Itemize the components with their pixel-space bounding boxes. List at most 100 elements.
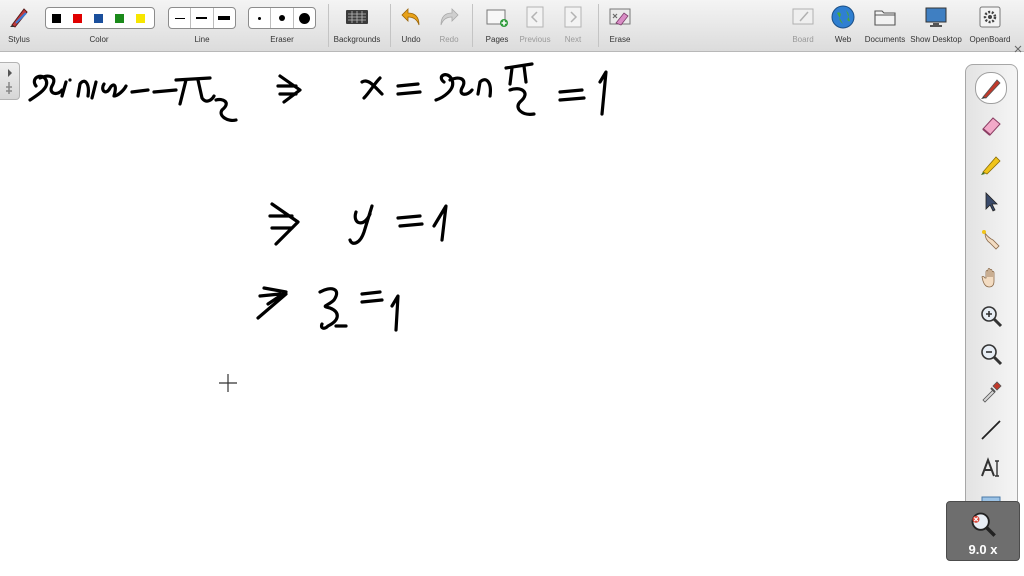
color-palette	[45, 7, 155, 29]
web-label: Web	[834, 35, 852, 44]
text-tool-button[interactable]	[976, 453, 1006, 483]
stylus-button[interactable]: Stylus	[2, 0, 36, 51]
toolbar-divider	[390, 4, 391, 47]
erase-button[interactable]: Erase	[604, 0, 636, 51]
handwriting-stroke	[360, 290, 400, 332]
highlighter-icon	[981, 156, 1001, 175]
eraser-tool-button[interactable]	[976, 111, 1006, 141]
board-button[interactable]: Board	[786, 0, 820, 51]
pointer-tool-button[interactable]	[976, 187, 1006, 217]
next-label: Next	[564, 35, 582, 44]
main-toolbar: Stylus Color Line Eraser Backgrounds Und…	[0, 0, 1024, 53]
desktop-icon	[925, 7, 947, 27]
openboard-menu-button[interactable]: OpenBoard	[966, 0, 1014, 51]
pen-tool-button[interactable]	[975, 72, 1007, 104]
openboard-label: OpenBoard	[969, 35, 1011, 44]
stylus-icon	[10, 8, 28, 28]
line-thin-button[interactable]	[169, 8, 192, 28]
backgrounds-icon	[346, 10, 368, 24]
handwriting-stroke	[558, 70, 608, 116]
handwriting-stroke	[318, 287, 348, 330]
previous-label: Previous	[519, 35, 551, 44]
eraser-large-button[interactable]	[294, 8, 315, 28]
zoom-out-icon	[981, 344, 1003, 366]
previous-button[interactable]: Previous	[516, 0, 554, 51]
line-tool-button[interactable]	[976, 415, 1006, 445]
show-desktop-label: Show Desktop	[910, 35, 962, 44]
collapse-icon[interactable]	[1014, 40, 1022, 53]
show-desktop-button[interactable]: Show Desktop	[910, 0, 962, 51]
pipette-tool-button[interactable]	[976, 377, 1006, 407]
color-swatch-red[interactable]	[73, 13, 82, 23]
handwriting-stroke	[276, 74, 302, 104]
whiteboard-canvas[interactable]	[0, 52, 1024, 576]
laser-pointer-icon	[982, 230, 1000, 250]
color-label: Color	[89, 35, 109, 44]
handwriting-stroke	[76, 79, 128, 100]
line-thick-button[interactable]	[214, 8, 235, 28]
gear-icon	[979, 6, 1001, 28]
text-icon	[981, 457, 999, 477]
folder-icon	[874, 10, 896, 26]
eraser-icon	[982, 117, 1001, 136]
web-button[interactable]: Web	[826, 0, 860, 51]
pointer-icon	[985, 192, 998, 212]
handwriting-stroke	[28, 74, 72, 102]
zoom-indicator: 9.0 x	[946, 501, 1020, 561]
eraser-label: Eraser	[270, 35, 294, 44]
stylus-label: Stylus	[8, 35, 30, 44]
line-medium-button[interactable]	[191, 8, 214, 28]
hand-tool-button[interactable]	[976, 263, 1006, 293]
handwriting-stroke	[504, 62, 536, 116]
eraser-medium-button[interactable]	[271, 8, 294, 28]
zoom-in-tool-button[interactable]	[976, 301, 1006, 331]
toolbar-divider	[472, 4, 473, 47]
pipette-icon	[982, 381, 1002, 403]
documents-label: Documents	[864, 35, 906, 44]
add-page-icon	[486, 9, 508, 27]
pages-button[interactable]: Pages	[478, 0, 516, 51]
redo-label: Redo	[439, 35, 459, 44]
eraser-small-button[interactable]	[249, 8, 272, 28]
toolbar-divider	[328, 4, 329, 47]
undo-label: Undo	[401, 35, 421, 44]
documents-button[interactable]: Documents	[862, 0, 908, 51]
pages-label: Pages	[485, 35, 509, 44]
eraser-group: Eraser	[248, 0, 316, 51]
eraser-size-selector	[248, 7, 316, 29]
pen-icon	[981, 79, 1001, 99]
color-group: Color	[42, 0, 156, 51]
next-button[interactable]: Next	[554, 0, 592, 51]
color-swatch-yellow[interactable]	[136, 13, 145, 23]
zoom-out-tool-button[interactable]	[976, 339, 1006, 369]
line-width-selector	[168, 7, 236, 29]
laser-pointer-tool-button[interactable]	[976, 225, 1006, 255]
line-group: Line	[168, 0, 236, 51]
stylus-palette	[965, 64, 1018, 512]
hand-icon	[981, 268, 995, 288]
handwriting-stroke	[348, 204, 374, 245]
navigator-arrow-icon	[6, 69, 12, 94]
board-icon	[792, 8, 814, 25]
redo-icon	[440, 8, 459, 26]
undo-button[interactable]: Undo	[396, 0, 426, 51]
color-swatch-green[interactable]	[115, 13, 124, 23]
backgrounds-label: Backgrounds	[333, 35, 381, 44]
handwriting-stroke	[268, 202, 300, 246]
color-swatch-black[interactable]	[52, 13, 61, 23]
backgrounds-button[interactable]: Backgrounds	[332, 0, 382, 51]
handwriting-stroke	[130, 88, 178, 94]
redo-button[interactable]: Redo	[434, 0, 464, 51]
line-icon	[981, 420, 1001, 440]
handwriting-stroke	[174, 76, 238, 122]
crosshair-cursor	[219, 374, 237, 392]
zoom-in-icon	[981, 306, 1003, 328]
magnifier-icon	[971, 512, 996, 537]
erase-label: Erase	[609, 35, 631, 44]
handwriting-stroke	[396, 204, 448, 242]
toolbar-divider	[598, 4, 599, 47]
color-swatch-blue[interactable]	[94, 13, 103, 23]
zoom-level-label: 9.0 x	[968, 542, 998, 557]
page-navigator-toggle[interactable]	[0, 62, 20, 100]
highlighter-tool-button[interactable]	[976, 149, 1006, 179]
